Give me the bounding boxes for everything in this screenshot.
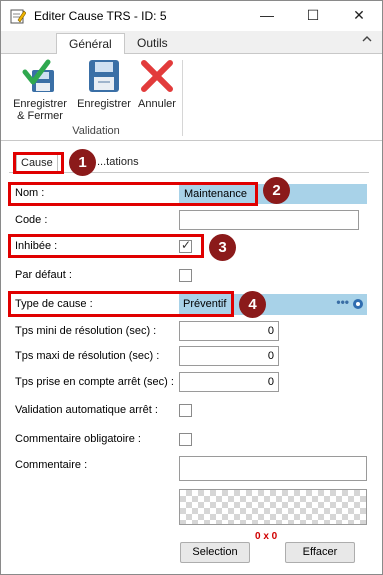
save-and-close-label: Enregistrer & Fermer <box>13 98 67 122</box>
commentaire-oblig-checkbox[interactable] <box>179 433 192 446</box>
tps-arret-field[interactable]: 0 <box>179 372 279 392</box>
validation-auto-checkbox[interactable] <box>179 404 192 417</box>
tps-mini-label: Tps mini de résolution (sec) : <box>15 325 157 337</box>
cancel-label: Annuler <box>138 98 176 110</box>
par-defaut-checkbox[interactable] <box>179 269 192 282</box>
commentaire-label: Commentaire : <box>15 459 88 471</box>
annotation-marker-4: 4 <box>239 291 266 318</box>
code-label: Code : <box>15 214 48 226</box>
tps-maxi-field[interactable]: 0 <box>179 346 279 366</box>
tps-mini-field[interactable]: 0 <box>179 321 279 341</box>
title-bar: Editer Cause TRS - ID: 5 — ☐ ✕ <box>1 1 382 31</box>
ribbon-panel: Enregistrer & Fermer Enregistrer Annuler… <box>1 54 382 141</box>
tps-arret-label: Tps prise en compte arrêt (sec) : <box>15 376 174 388</box>
tab-general[interactable]: Général <box>56 33 125 55</box>
minimize-button[interactable]: — <box>244 1 290 31</box>
highlight-inhibee <box>8 234 204 258</box>
tab-annotations[interactable]: ...tations <box>97 153 139 173</box>
ribbon-group-label: Validation <box>72 125 120 137</box>
highlight-cause-tab <box>13 152 64 174</box>
ribbon-group-separator <box>182 60 183 136</box>
code-field[interactable] <box>179 210 359 230</box>
edit-cause-window: Editer Cause TRS - ID: 5 — ☐ ✕ Général O… <box>0 0 383 575</box>
save-and-close-button[interactable]: Enregistrer & Fermer <box>9 58 71 122</box>
image-preview <box>179 489 367 525</box>
cancel-button[interactable]: Annuler <box>134 58 180 110</box>
par-defaut-label: Par défaut : <box>15 269 72 281</box>
chevron-up-icon[interactable] <box>362 35 372 43</box>
annotation-marker-2: 2 <box>263 177 290 204</box>
save-button[interactable]: Enregistrer <box>75 58 133 110</box>
open-lookup-icon[interactable] <box>353 299 363 309</box>
highlight-nom <box>8 182 258 206</box>
highlight-type-cause <box>8 291 234 317</box>
red-x-icon <box>141 60 173 92</box>
ribbon-tab-bar: Général Outils <box>1 31 382 55</box>
effacer-button[interactable]: Effacer <box>285 542 355 563</box>
annotation-marker-1: 1 <box>69 149 96 176</box>
save-close-icon <box>22 59 54 92</box>
validation-auto-label: Validation automatique arrêt : <box>15 404 158 416</box>
selection-button[interactable]: Selection <box>180 542 250 563</box>
floppy-disk-icon <box>89 60 119 92</box>
image-dimensions: 0 x 0 <box>255 531 278 542</box>
save-label: Enregistrer <box>77 98 131 110</box>
tps-maxi-label: Tps maxi de résolution (sec) : <box>15 350 160 362</box>
more-dots-icon[interactable]: ••• <box>336 295 349 309</box>
tab-outils[interactable]: Outils <box>125 33 180 55</box>
annotation-marker-3: 3 <box>209 234 236 261</box>
commentaire-oblig-label: Commentaire obligatoire : <box>15 433 141 445</box>
commentaire-field[interactable] <box>179 456 367 481</box>
edit-pencil-icon <box>10 9 26 24</box>
maximize-button[interactable]: ☐ <box>290 1 336 31</box>
window-title: Editer Cause TRS - ID: 5 <box>34 9 167 23</box>
close-button[interactable]: ✕ <box>336 1 382 31</box>
